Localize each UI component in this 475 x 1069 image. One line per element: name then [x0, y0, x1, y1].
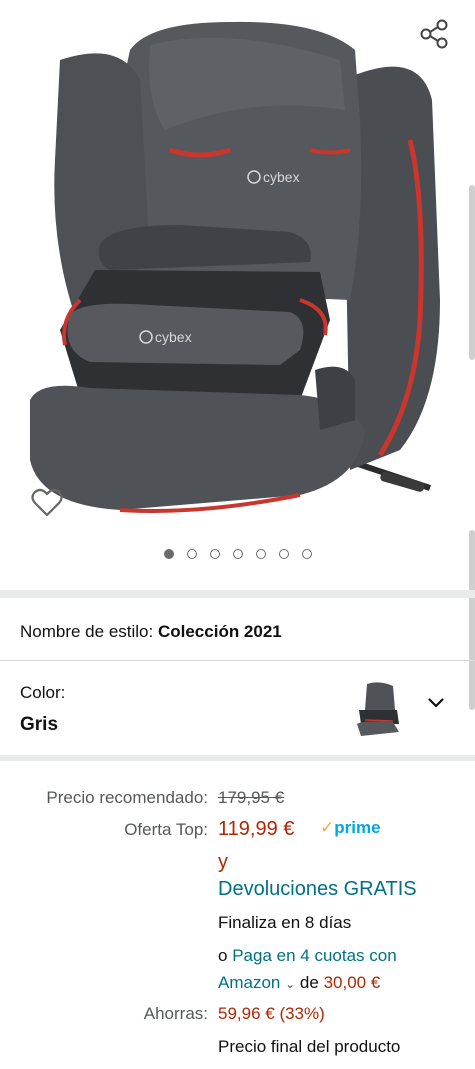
- carousel-dot[interactable]: [209, 549, 220, 559]
- share-icon[interactable]: [418, 18, 450, 50]
- offer-label: Oferta Top:: [124, 820, 208, 839]
- installments-line-2: Amazon ⌄ de 30,00 €: [218, 973, 380, 993]
- color-label: Color:: [20, 683, 66, 702]
- heart-icon[interactable]: [30, 486, 64, 520]
- installments-link-2[interactable]: Amazon: [218, 973, 280, 992]
- installments-link[interactable]: Paga en 4 cuotas con: [232, 946, 396, 965]
- free-returns-link[interactable]: Devoluciones GRATIS: [218, 878, 417, 901]
- installments-line-1: o Paga en 4 cuotas con: [218, 946, 397, 966]
- product-image-carousel[interactable]: cybex cybex: [0, 0, 475, 590]
- deal-ends-text: Finaliza en 8 días: [218, 913, 352, 932]
- style-text: Nombre de estilo: Colección 2021: [20, 622, 282, 642]
- carousel-dot[interactable]: [255, 549, 266, 559]
- prime-check-icon: ✓: [320, 818, 335, 837]
- product-image: cybex cybex: [30, 21, 440, 513]
- chevron-down-icon[interactable]: [427, 696, 445, 710]
- color-value: Gris: [20, 714, 59, 735]
- prime-logo: prime: [334, 818, 381, 837]
- carousel-dot[interactable]: [278, 549, 289, 559]
- and-text: y: [218, 851, 228, 873]
- carousel-dot[interactable]: [163, 549, 174, 559]
- installments-prefix: o: [218, 946, 228, 965]
- final-price-text: Precio final del producto: [218, 1037, 401, 1056]
- section-divider-2: [0, 755, 475, 761]
- section-divider: [0, 590, 475, 598]
- carousel-dot[interactable]: [186, 549, 197, 559]
- style-value: Colección 2021: [157, 622, 282, 641]
- savings-value: 59,96 € (33%): [218, 1004, 325, 1023]
- carousel-indicators[interactable]: [0, 549, 475, 559]
- scrollbar-thumb[interactable]: [469, 185, 475, 360]
- logo-text-back: cybex: [263, 169, 300, 185]
- installments-suffix: de: [299, 973, 319, 992]
- list-price-label: Precio recomendado:: [46, 788, 208, 807]
- logo-text-shield: cybex: [155, 329, 192, 345]
- carousel-dot[interactable]: [232, 549, 243, 559]
- offer-price: 119,99 €: [218, 818, 295, 840]
- savings-label: Ahorras:: [143, 1004, 208, 1023]
- prime-badge: ✓prime: [320, 818, 381, 838]
- installment-amount: 30,00 €: [323, 973, 381, 992]
- color-thumbnail[interactable]: [353, 680, 405, 738]
- style-label: Nombre de estilo:: [20, 622, 154, 641]
- installments-chevron-icon[interactable]: ⌄: [285, 977, 295, 991]
- carousel-dot[interactable]: [301, 549, 312, 559]
- list-price: 179,95 €: [218, 788, 285, 807]
